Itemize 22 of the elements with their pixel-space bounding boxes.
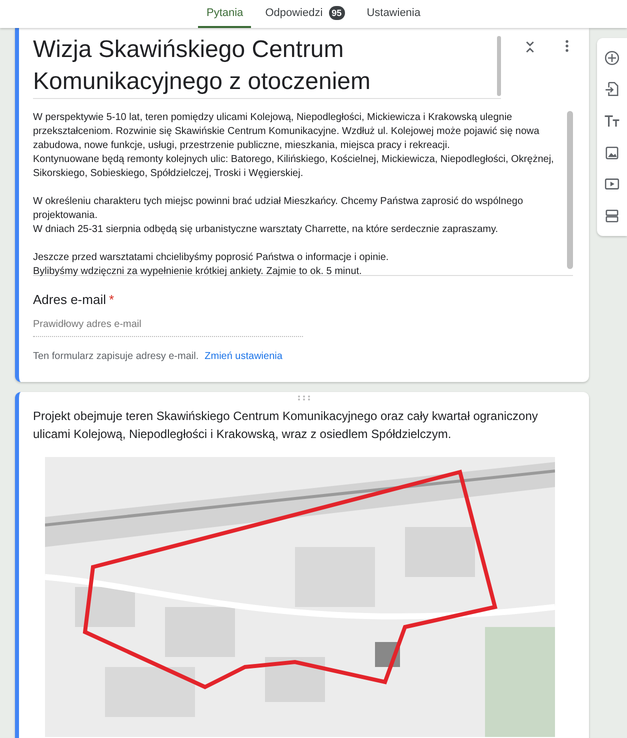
title-field[interactable]: Wizja Skawińskiego Centrum Komunikacyjnego z otoczeniem (33, 34, 501, 99)
section-icon[interactable] (604, 208, 620, 224)
description-field[interactable]: W perspektywie 5-10 lat, teren pomiędzy ulicami Kolejową, Niepodległości, Mickiewicza i Krakowską ulegnie przekształceniom. Rozwinie się Skawińskie Centrum Komunikacyjne. Wzdłuż ul. Kolejowej może pojawić się nowa zabudowa, nowe funkcje, usługi, przestrzenie publiczne, mieszkania, miejsca pracy i rekreacji. Kontynuowane będą remonty kolejnych ulic: Batorego, Kilińskiego, Kościelnej, Mickiewicza, Niepodległości, Okrężnej, Sikorskiego, Sobieskiego, Spółdzielczej, Troski i Węgierskiej. W określeniu charakteru tych miejsc powinni brać udział Mieszkańcy. Chcemy Państwa zaprosić do wspólnego projektowania. W dniach 25-31 sierpnia odbędą się urbanistyczne warsztaty Charrette, na które serdecznie zapraszamy. Jeszcze przed warsztatami chcielibyśmy poprosić Państwa o informacje i opinie. Bylibyśmy wdzięczni za wypełnienie krótkiej ankiety. Zajmie to ok. 5 minut. (33, 107, 573, 276)
scrollbar[interactable] (567, 111, 573, 269)
count-badge: 95 (328, 6, 345, 20)
scrollbar[interactable] (496, 36, 501, 96)
text-icon[interactable] (604, 113, 620, 130)
note-text: Ten formularz zapisuje adresy e-mail. (33, 351, 199, 362)
collapse-icon[interactable] (525, 40, 535, 54)
email-input[interactable]: Prawidłowy adres e-mail (33, 319, 303, 337)
tab[interactable]: Ustawienia (358, 0, 428, 28)
required-mark: * (108, 292, 114, 307)
add-icon[interactable] (604, 50, 620, 66)
import-icon[interactable] (604, 81, 620, 98)
video-icon[interactable] (604, 176, 620, 192)
image-icon[interactable] (604, 144, 620, 161)
change-settings-link[interactable]: Zmień ustawienia (204, 351, 282, 362)
tab[interactable]: Odpowiedzi 95 (257, 0, 353, 28)
more-icon[interactable] (565, 40, 569, 52)
question-title: Adres e-mail (33, 292, 106, 307)
drag-handle-icon[interactable] (297, 395, 312, 401)
description-text: Projekt obejmuje teren Skawińskiego Centrum Komunikacyjnego oraz cały kwartał ograniczony ulicami Kolejową, Niepodległości i Krakowską, wraz z osiedlem Spółdzielczym. (33, 408, 539, 443)
